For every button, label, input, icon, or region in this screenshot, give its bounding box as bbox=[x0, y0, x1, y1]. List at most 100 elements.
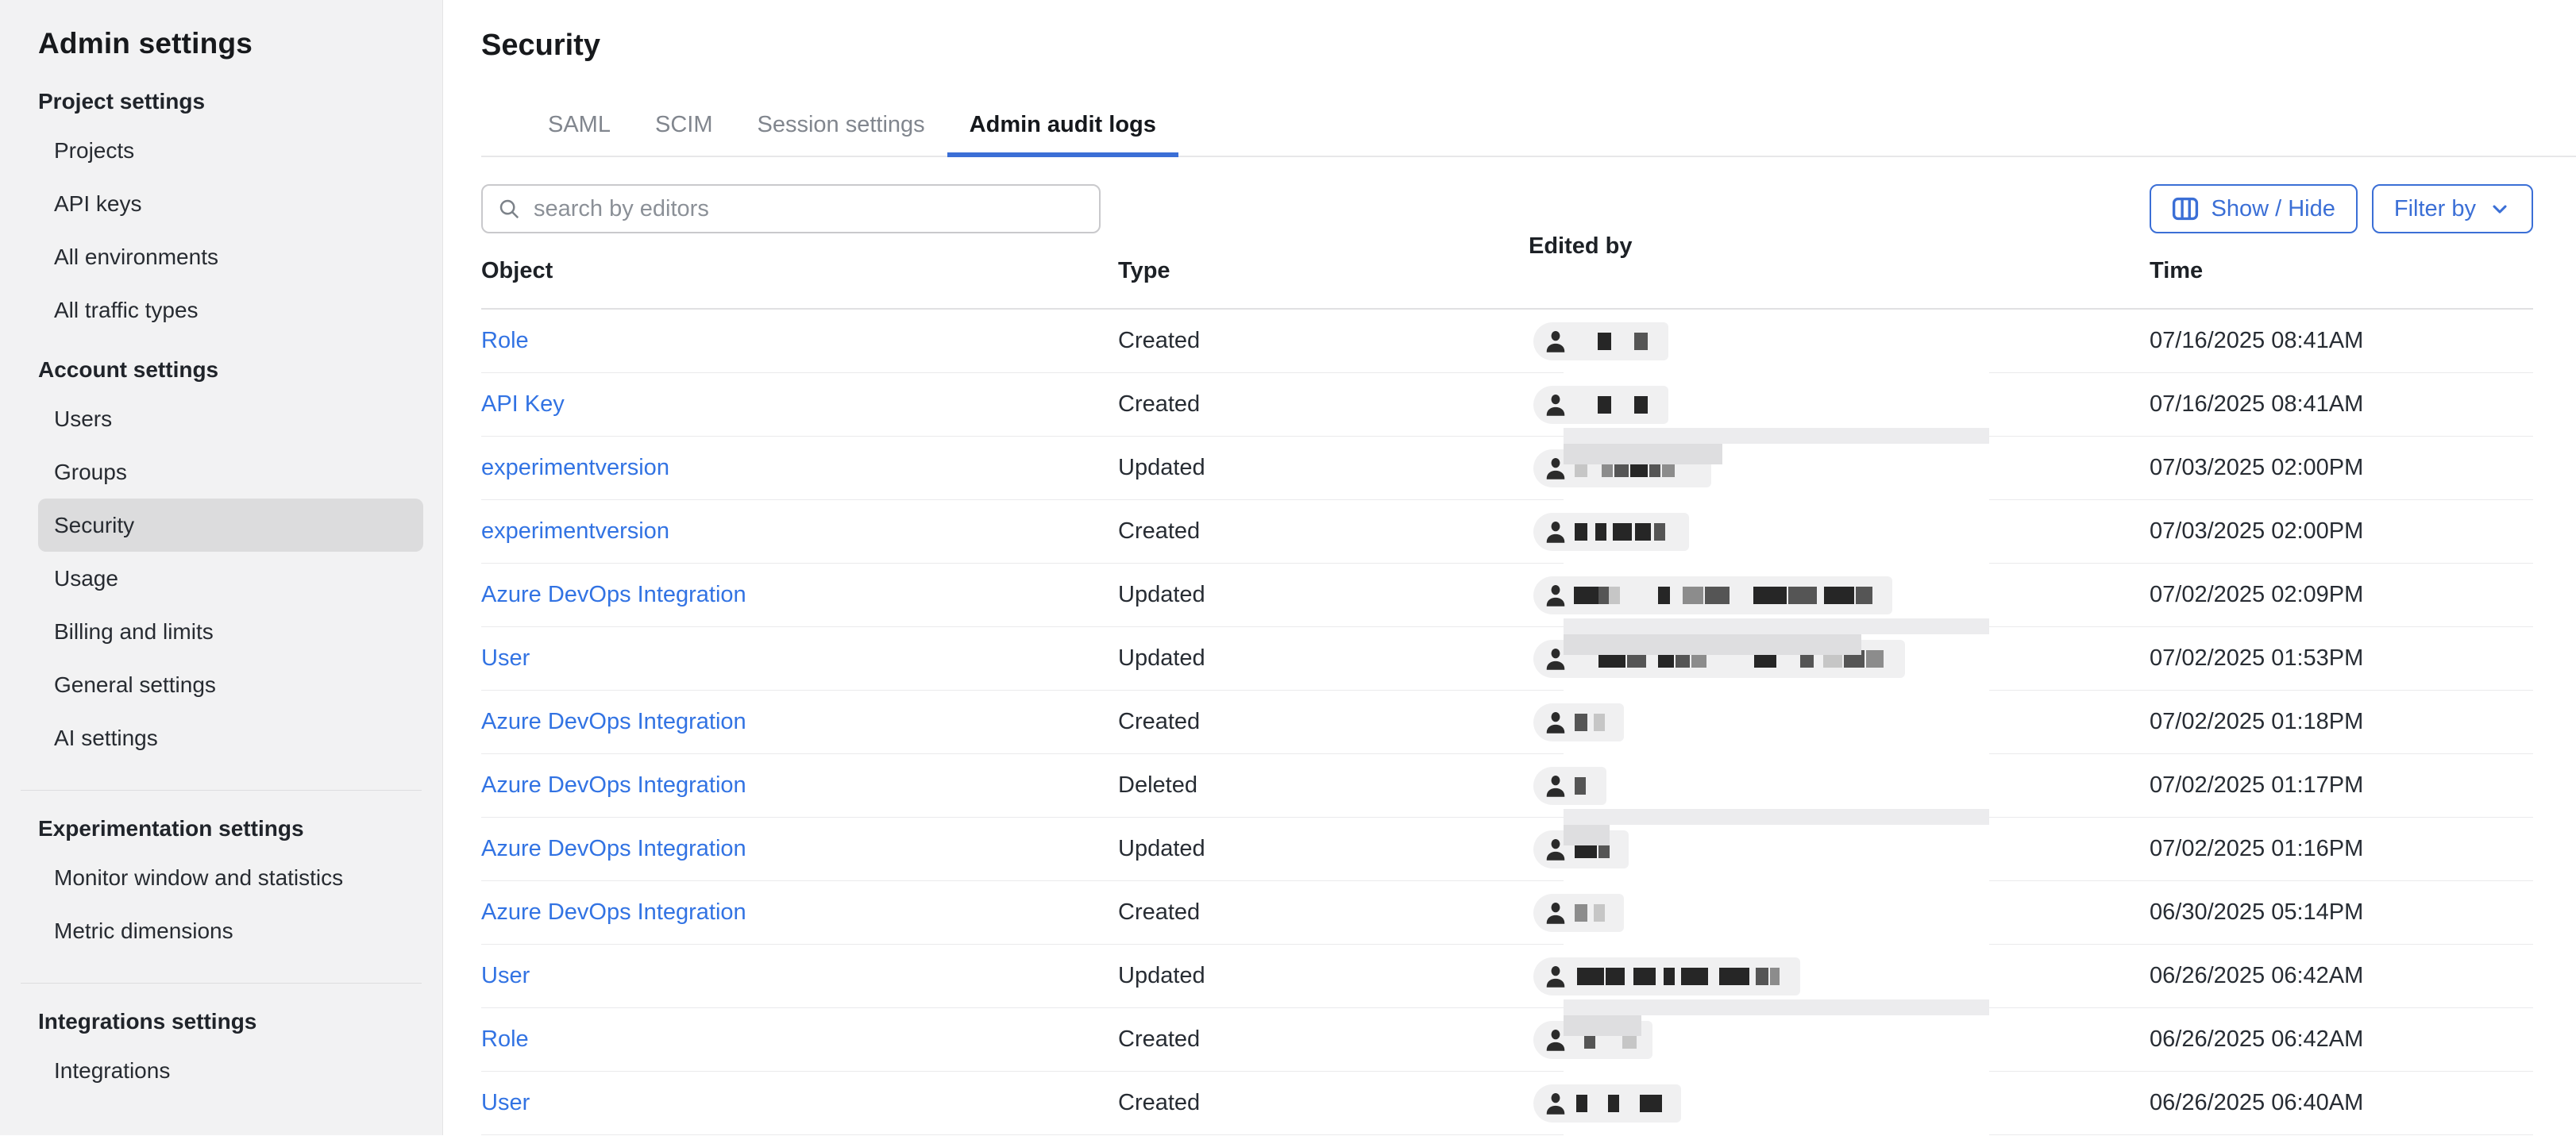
sidebar-item-groups[interactable]: Groups bbox=[38, 445, 423, 499]
chevron-down-icon bbox=[2489, 198, 2511, 220]
type-cell: Updated bbox=[1118, 455, 1529, 481]
redaction-overlay-bar bbox=[1564, 809, 1989, 825]
redacted-editor-name-block bbox=[1634, 333, 1648, 350]
main-content: Security SAMLSCIMSession settingsAdmin a… bbox=[443, 0, 2576, 1135]
edited-by-cell bbox=[1529, 691, 2150, 753]
sidebar-item-billing-and-limits[interactable]: Billing and limits bbox=[38, 605, 423, 658]
page-title: Security bbox=[481, 29, 2534, 63]
sidebar-item-ai-settings[interactable]: AI settings bbox=[38, 711, 423, 764]
table-row: Role Created 06/26/2025 06:42AM bbox=[481, 1008, 2533, 1072]
sidebar-item-monitor-window-and-statistics[interactable]: Monitor window and statistics bbox=[38, 851, 423, 904]
redacted-editor-name-block bbox=[1613, 523, 1632, 541]
object-link-experimentversion[interactable]: experimentversion bbox=[481, 518, 669, 544]
edited-by-cell bbox=[1529, 310, 2150, 372]
redacted-editor-name-block bbox=[1719, 968, 1749, 985]
filter-by-button[interactable]: Filter by bbox=[2372, 184, 2533, 233]
tab-admin-audit-logs[interactable]: Admin audit logs bbox=[947, 91, 1178, 157]
object-link-role[interactable]: Role bbox=[481, 1026, 529, 1052]
object-link-azure-devops-integration[interactable]: Azure DevOps Integration bbox=[481, 709, 746, 734]
tab-session-settings[interactable]: Session settings bbox=[735, 91, 947, 157]
type-cell: Created bbox=[1118, 328, 1529, 354]
object-link-azure-devops-integration[interactable]: Azure DevOps Integration bbox=[481, 899, 746, 925]
search-input[interactable] bbox=[532, 195, 1085, 223]
person-icon bbox=[1541, 708, 1570, 737]
object-link-user[interactable]: User bbox=[481, 963, 530, 988]
table-row: Azure DevOps Integration Deleted 07/02/202… bbox=[481, 754, 2533, 818]
redacted-editor-name-block bbox=[1681, 968, 1708, 985]
table-row: API KeyCreated07/16/2025 08:41AM bbox=[481, 373, 2533, 437]
time-cell: 06/26/2025 06:42AM bbox=[2150, 1026, 2533, 1053]
redacted-editor-name-block bbox=[1866, 650, 1884, 668]
person-icon bbox=[1541, 391, 1570, 419]
time-cell: 07/02/2025 01:16PM bbox=[2150, 836, 2533, 862]
sidebar-item-general-settings[interactable]: General settings bbox=[38, 658, 423, 711]
table-row: experimentversionCreated07/03/2025 02:00… bbox=[481, 500, 2533, 564]
redaction-overlay-bar-secondary bbox=[1564, 444, 1722, 464]
time-cell: 07/16/2025 08:41AM bbox=[2150, 328, 2533, 354]
filter-by-label: Filter by bbox=[2394, 196, 2476, 222]
sidebar-item-usage[interactable]: Usage bbox=[38, 552, 423, 605]
time-cell: 07/02/2025 01:17PM bbox=[2150, 772, 2533, 799]
type-cell: Created bbox=[1118, 518, 1529, 545]
edited-by-cell bbox=[1529, 1072, 2150, 1134]
sidebar-item-projects[interactable]: Projects bbox=[38, 124, 423, 177]
object-link-azure-devops-integration[interactable]: Azure DevOps Integration bbox=[481, 836, 746, 861]
table-row: UserCreated06/26/2025 06:40AM bbox=[481, 1072, 2533, 1135]
edited-by-cell bbox=[1529, 627, 2150, 690]
redaction-overlay-bar bbox=[1564, 999, 1989, 1015]
sidebar-item-users[interactable]: Users bbox=[38, 392, 423, 445]
time-cell: 06/30/2025 05:14PM bbox=[2150, 899, 2533, 926]
table-row: Azure DevOps IntegrationCreated06/30/202… bbox=[481, 881, 2533, 945]
object-link-experimentversion[interactable]: experimentversion bbox=[481, 455, 669, 480]
time-cell: 07/16/2025 08:41AM bbox=[2150, 391, 2533, 418]
editor-avatar-pill bbox=[1533, 513, 1689, 551]
tab-scim[interactable]: SCIM bbox=[633, 91, 735, 157]
edited-by-cell bbox=[1529, 945, 2150, 1007]
type-cell: Created bbox=[1118, 1026, 1529, 1053]
redaction-gap-patch bbox=[1564, 1069, 1989, 1072]
person-icon bbox=[1541, 962, 1570, 991]
redaction-gap-patch bbox=[1564, 751, 1989, 755]
redacted-editor-name-block bbox=[1856, 587, 1872, 604]
tab-saml[interactable]: SAML bbox=[526, 91, 633, 157]
time-cell: 07/02/2025 01:18PM bbox=[2150, 709, 2533, 735]
app-window: Admin settings Project settingsProjectsA… bbox=[0, 0, 2576, 1135]
redacted-editor-name-block bbox=[1598, 333, 1611, 350]
edited-by-cell bbox=[1529, 500, 2150, 563]
sidebar-item-metric-dimensions[interactable]: Metric dimensions bbox=[38, 904, 423, 957]
table-row: experimentversion Updated 07/03/2025 02:00… bbox=[481, 437, 2533, 500]
editor-avatar-pill bbox=[1533, 767, 1606, 805]
show-hide-button[interactable]: Show / Hide bbox=[2150, 184, 2358, 233]
table-row: Azure DevOps IntegrationCreated07/02/202… bbox=[481, 691, 2533, 754]
sidebar-item-all-traffic-types[interactable]: All traffic types bbox=[38, 283, 423, 337]
redaction-overlay-bar bbox=[1564, 428, 1989, 444]
object-link-user[interactable]: User bbox=[481, 1090, 530, 1115]
search-icon bbox=[497, 197, 521, 221]
object-link-role[interactable]: Role bbox=[481, 328, 529, 353]
redacted-editor-name-block bbox=[1609, 587, 1620, 604]
sidebar-item-integrations[interactable]: Integrations bbox=[38, 1044, 423, 1097]
time-cell: 06/26/2025 06:42AM bbox=[2150, 963, 2533, 989]
redacted-editor-name-block bbox=[1634, 396, 1648, 414]
edited-by-cell bbox=[1529, 754, 2150, 817]
object-link-azure-devops-integration[interactable]: Azure DevOps Integration bbox=[481, 582, 746, 607]
redacted-editor-name-block bbox=[1574, 587, 1598, 604]
type-cell: Deleted bbox=[1118, 772, 1529, 799]
audit-log-table: ObjectTypeEdited byTime RoleCreated07/16… bbox=[481, 233, 2533, 1135]
sidebar-section-header-integrations-settings: Integrations settings bbox=[38, 1009, 423, 1034]
edited-by-cell bbox=[1529, 818, 2150, 880]
sidebar-item-api-keys[interactable]: API keys bbox=[38, 177, 423, 230]
column-header-edited-by: Edited by bbox=[1529, 233, 2150, 308]
redacted-editor-name-block bbox=[1664, 968, 1675, 985]
columns-icon bbox=[2172, 196, 2199, 221]
column-header-type: Type bbox=[1118, 258, 1529, 284]
object-link-user[interactable]: User bbox=[481, 645, 530, 671]
time-cell: 07/03/2025 02:00PM bbox=[2150, 455, 2533, 481]
object-link-azure-devops-integration[interactable]: Azure DevOps Integration bbox=[481, 772, 746, 798]
object-link-api-key[interactable]: API Key bbox=[481, 391, 565, 417]
redaction-overlay-bar-secondary bbox=[1564, 825, 1610, 845]
sidebar-item-all-environments[interactable]: All environments bbox=[38, 230, 423, 283]
redacted-editor-name-block bbox=[1633, 968, 1656, 985]
sidebar-item-security[interactable]: Security bbox=[38, 499, 423, 552]
redacted-editor-name-block bbox=[1598, 587, 1609, 604]
